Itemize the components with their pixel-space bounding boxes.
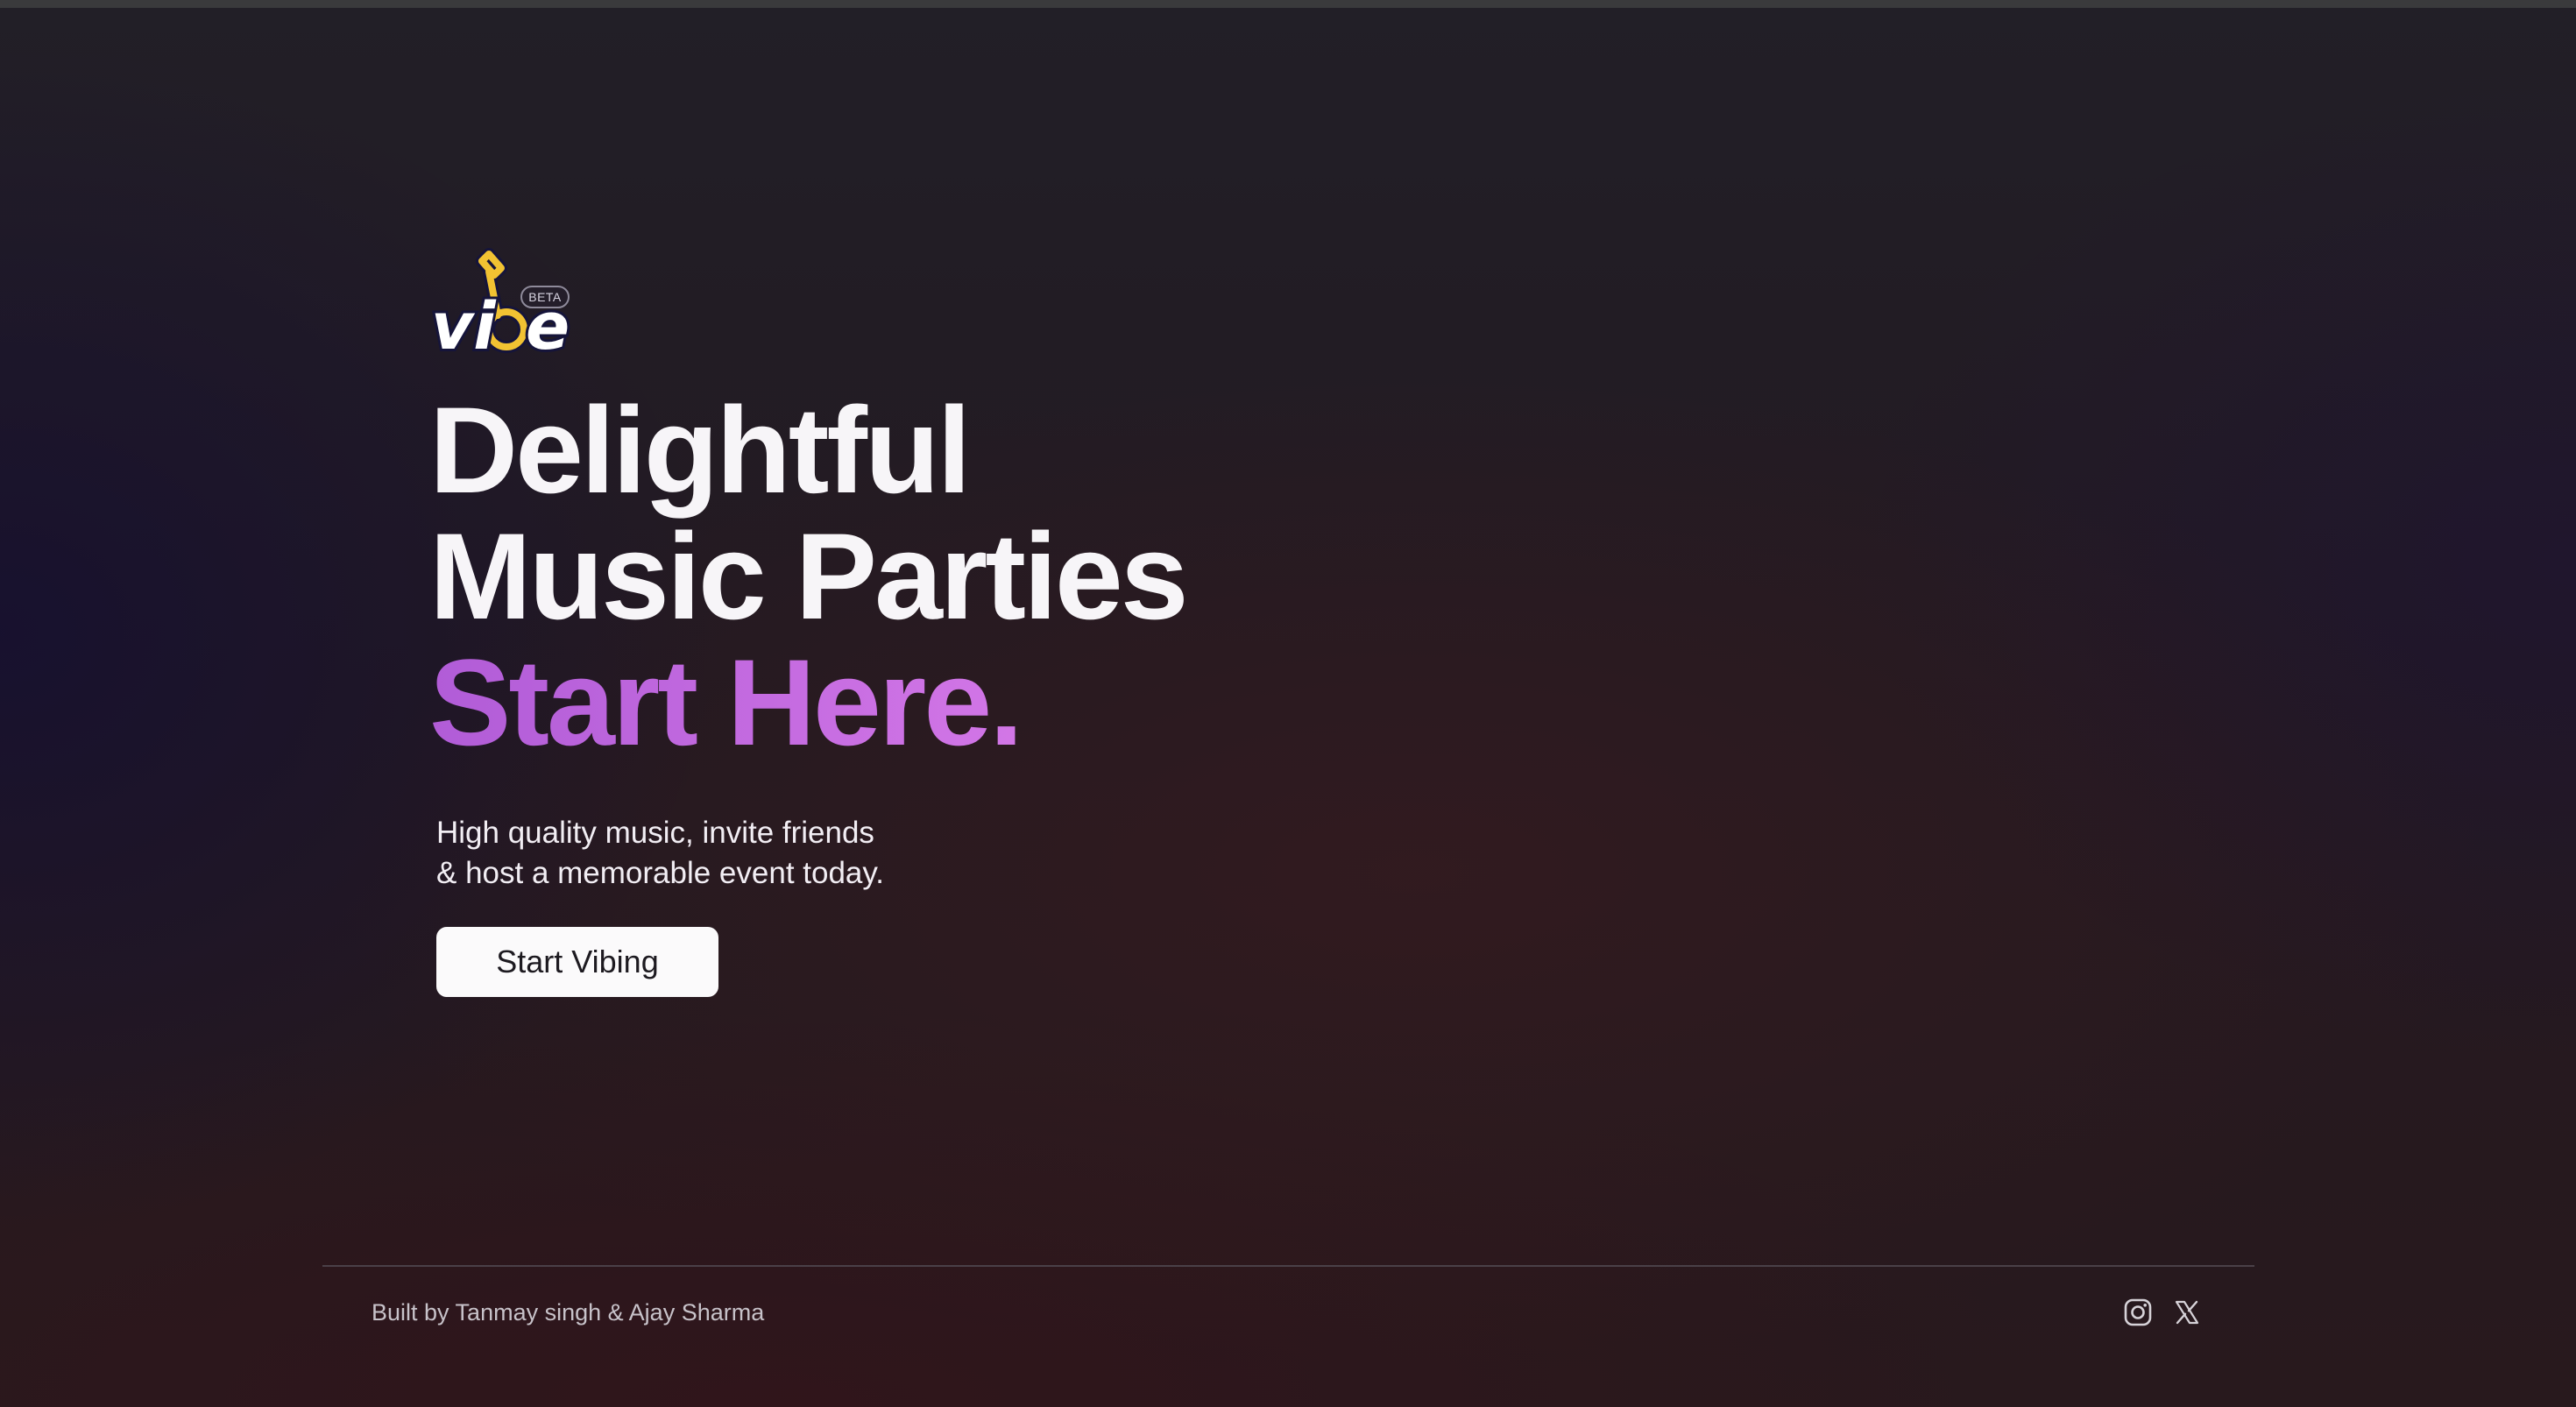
footer-divider xyxy=(322,1265,2254,1267)
browser-top-strip xyxy=(0,0,2576,8)
hero-section: vi e BETA Delightful Music Parties Start… xyxy=(429,245,1656,997)
subtext-line-2: & host a memorable event today. xyxy=(436,856,885,890)
footer-credit: Built by Tanmay singh & Ajay Sharma xyxy=(372,1299,765,1326)
x-twitter-icon xyxy=(2175,1300,2199,1325)
headline-line-2: Music Parties xyxy=(429,507,1189,645)
headline-accent: Start Here. xyxy=(429,640,1656,766)
start-vibing-button[interactable]: Start Vibing xyxy=(436,927,718,997)
svg-text:vi: vi xyxy=(431,289,497,359)
subtext-line-1: High quality music, invite friends xyxy=(436,816,874,850)
hero-subtext: High quality music, invite friends & hos… xyxy=(436,813,1656,894)
vibe-logo[interactable]: vi e BETA xyxy=(429,245,583,359)
instagram-icon xyxy=(2124,1298,2152,1326)
headline-line-1: Delightful xyxy=(429,381,971,519)
instagram-link[interactable] xyxy=(2120,1295,2155,1330)
hero-headline: Delightful Music Parties Start Here. xyxy=(429,387,1656,766)
beta-badge: BETA xyxy=(520,286,570,308)
x-twitter-link[interactable] xyxy=(2169,1295,2204,1330)
